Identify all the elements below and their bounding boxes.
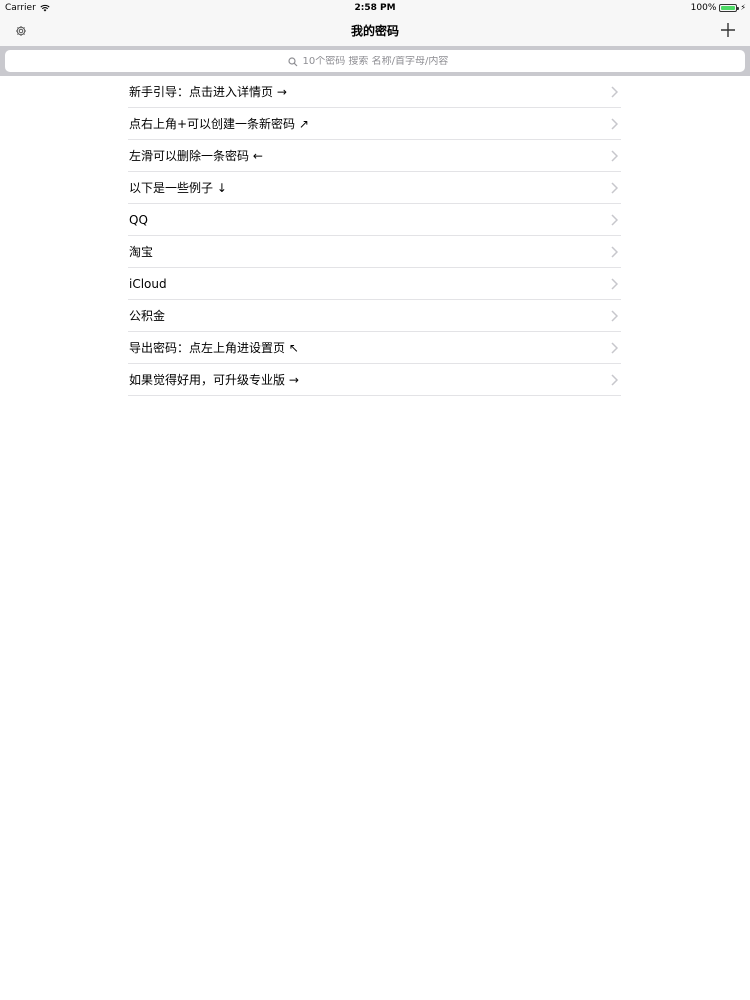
chevron-right-icon	[611, 373, 619, 386]
add-password-button[interactable]	[718, 21, 738, 41]
list-item-label: 点右上角+可以创建一条新密码 ↗	[129, 117, 309, 131]
list-item[interactable]: 点右上角+可以创建一条新密码 ↗	[128, 108, 621, 140]
plus-icon	[721, 22, 735, 41]
status-bar: Carrier 2:58 PM 100% ⚡	[0, 0, 750, 16]
list-item-label: 以下是一些例子 ↓	[129, 181, 227, 195]
chevron-right-icon	[611, 149, 619, 162]
search-input[interactable]	[302, 55, 463, 67]
list-item-label: QQ	[129, 212, 148, 227]
search-bar	[0, 46, 750, 76]
search-field[interactable]	[5, 50, 745, 72]
list-item-label: 新手引导：点击进入详情页 →	[129, 85, 287, 99]
chevron-right-icon	[611, 277, 619, 290]
list-item[interactable]: 左滑可以删除一条密码 ←	[128, 140, 621, 172]
charging-icon: ⚡	[740, 3, 746, 12]
battery-icon	[719, 4, 740, 12]
list-item[interactable]: 新手引导：点击进入详情页 →	[128, 76, 621, 108]
list-item[interactable]: 以下是一些例子 ↓	[128, 172, 621, 204]
chevron-right-icon	[611, 309, 619, 322]
chevron-right-icon	[611, 213, 619, 226]
battery-percent: 100%	[690, 3, 717, 13]
chevron-right-icon	[611, 245, 619, 258]
list-item[interactable]: QQ	[128, 204, 621, 236]
list-item-label: iCloud	[129, 276, 167, 291]
list-item[interactable]: 淘宝	[128, 236, 621, 268]
list-item-label: 公积金	[129, 309, 166, 323]
password-list: 新手引导：点击进入详情页 → 点右上角+可以创建一条新密码 ↗ 左滑可以删除一条…	[128, 76, 621, 396]
list-item[interactable]: 公积金	[128, 300, 621, 332]
chevron-right-icon	[611, 85, 619, 98]
status-time: 2:58 PM	[354, 3, 396, 13]
list-item[interactable]: 导出密码：点左上角进设置页 ↖	[128, 332, 621, 364]
search-icon	[287, 52, 298, 71]
list-item-label: 如果觉得好用，可升级专业版 →	[129, 373, 299, 387]
list-item-label: 淘宝	[129, 245, 154, 259]
status-right: 100% ⚡	[691, 0, 746, 16]
list-item-label: 导出密码：点左上角进设置页 ↖	[129, 341, 299, 355]
page-title: 我的密码	[350, 24, 399, 38]
navigation-bar: 我的密码	[0, 16, 750, 46]
chevron-right-icon	[611, 117, 619, 130]
chevron-right-icon	[611, 341, 619, 354]
chevron-right-icon	[611, 181, 619, 194]
list-item[interactable]: iCloud	[128, 268, 621, 300]
list-item[interactable]: 如果觉得好用，可升级专业版 →	[128, 364, 621, 396]
list-item-label: 左滑可以删除一条密码 ←	[129, 149, 263, 163]
